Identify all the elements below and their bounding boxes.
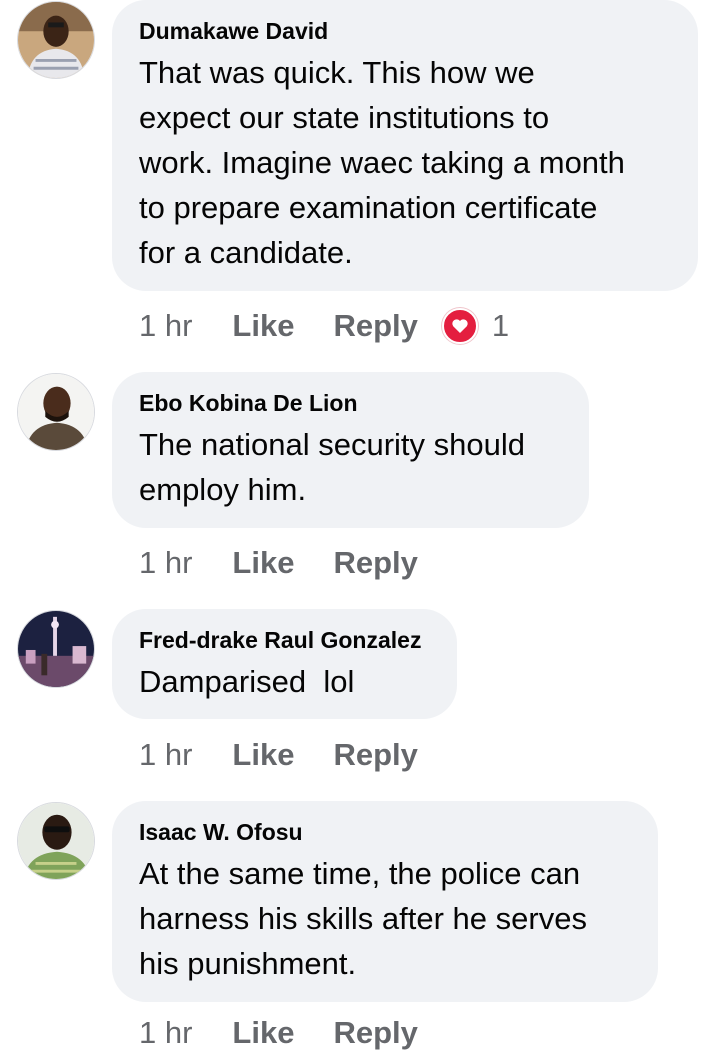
comment-actions: 1 hr Like Reply 1 (139, 304, 509, 348)
comment-timestamp[interactable]: 1 hr (139, 737, 192, 773)
avatar-image (18, 803, 94, 879)
like-button[interactable]: Like (232, 545, 294, 581)
avatar-image (18, 374, 94, 450)
comment-bubble: Dumakawe David That was quick. This how … (112, 0, 698, 291)
comment-text: At the same time, the police can harness… (139, 856, 587, 981)
avatar[interactable] (17, 802, 95, 880)
avatar[interactable] (17, 1, 95, 79)
comment: Fred-drake Raul Gonzalez Damparised lol … (0, 609, 720, 789)
avatar-image (18, 2, 94, 78)
heart-icon[interactable] (441, 308, 478, 344)
avatar-image (18, 611, 94, 687)
comment-actions: 1 hr Like Reply (139, 541, 442, 585)
reply-button[interactable]: Reply (333, 1015, 417, 1051)
comment-author[interactable]: Dumakawe David (139, 16, 672, 46)
like-button[interactable]: Like (232, 308, 294, 344)
comment-actions: 1 hr Like Reply (139, 733, 442, 777)
comment-timestamp[interactable]: 1 hr (139, 545, 192, 581)
comment-author[interactable]: Fred-drake Raul Gonzalez (139, 625, 431, 655)
avatar[interactable] (17, 373, 95, 451)
comment-bubble: Ebo Kobina De Lion The national security… (112, 372, 589, 528)
comment-bubble: Fred-drake Raul Gonzalez Damparised lol (112, 609, 457, 719)
comment-author[interactable]: Isaac W. Ofosu (139, 817, 632, 847)
reaction-count[interactable]: 1 (492, 308, 509, 344)
comment-timestamp[interactable]: 1 hr (139, 308, 192, 344)
like-button[interactable]: Like (232, 1015, 294, 1051)
avatar[interactable] (17, 610, 95, 688)
comment-actions: 1 hr Like Reply (139, 1011, 442, 1055)
reply-button[interactable]: Reply (333, 545, 417, 581)
reply-button[interactable]: Reply (333, 308, 417, 344)
comment-timestamp[interactable]: 1 hr (139, 1015, 192, 1051)
comment: Isaac W. Ofosu At the same time, the pol… (0, 801, 720, 1050)
comment-author[interactable]: Ebo Kobina De Lion (139, 388, 563, 418)
comment-text: Damparised lol (139, 664, 355, 699)
comment: Ebo Kobina De Lion The national security… (0, 372, 720, 592)
comment: Dumakawe David That was quick. This how … (0, 0, 720, 360)
comment-text: That was quick. This how we expect our s… (139, 55, 625, 270)
reply-button[interactable]: Reply (333, 737, 417, 773)
comment-text: The national security should employ him. (139, 427, 526, 507)
like-button[interactable]: Like (232, 737, 294, 773)
comment-bubble: Isaac W. Ofosu At the same time, the pol… (112, 801, 658, 1002)
